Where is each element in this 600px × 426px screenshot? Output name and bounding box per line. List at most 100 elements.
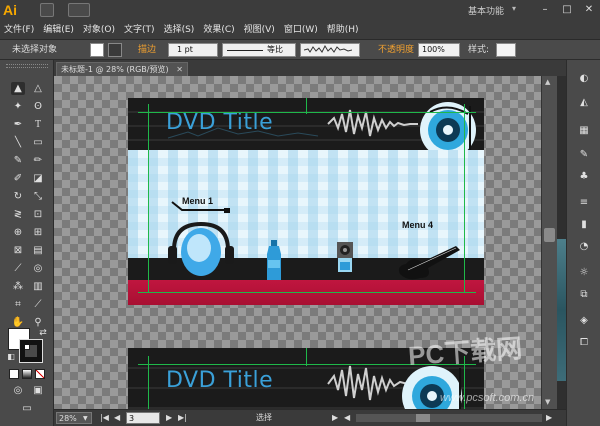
stroke-swatch[interactable] xyxy=(108,43,122,57)
eye-disc-graphic[interactable] xyxy=(416,98,476,158)
stroke-label[interactable]: 描边 xyxy=(138,43,156,57)
dvd-title[interactable]: DVD Title xyxy=(166,368,273,393)
minimize-button[interactable]: – xyxy=(538,3,552,16)
gradient-panel-icon[interactable]: ▮ xyxy=(577,218,591,232)
menu-view[interactable]: 视图(V) xyxy=(244,22,275,35)
mesh-tool-icon[interactable]: ⊠ xyxy=(11,244,25,257)
workspace-switcher[interactable]: 基本功能 xyxy=(468,4,504,17)
first-artboard-icon[interactable]: |◀ xyxy=(100,412,109,424)
scale-tool-icon[interactable]: ⤡ xyxy=(31,190,45,203)
rotate-tool-icon[interactable]: ↻ xyxy=(11,190,25,203)
selection-tool-icon[interactable]: ▲ xyxy=(11,82,25,95)
eyedropper-tool-icon[interactable]: ⟋ xyxy=(11,262,25,275)
water-bottle-graphic[interactable] xyxy=(264,240,284,282)
layers-panel-icon[interactable]: ◈ xyxy=(577,314,591,328)
blob-brush-tool-icon[interactable]: ✐ xyxy=(11,172,25,185)
close-icon[interactable]: ✕ xyxy=(176,63,183,76)
maximize-button[interactable]: □ xyxy=(560,3,574,16)
width-tool-icon[interactable]: ≷ xyxy=(11,208,25,221)
color-mode-icon[interactable] xyxy=(9,369,19,379)
artboards-panel-icon[interactable]: ⧠ xyxy=(577,336,591,350)
free-transform-tool-icon[interactable]: ⊡ xyxy=(31,208,45,221)
swatches-panel-icon[interactable]: ▦ xyxy=(577,124,591,138)
guitar-icon[interactable] xyxy=(394,238,464,282)
stroke-weight-field[interactable]: 1 pt xyxy=(168,43,218,57)
previous-artboard-icon[interactable]: ◀ xyxy=(114,412,120,424)
fill-swatch[interactable] xyxy=(90,43,104,57)
menu-window[interactable]: 窗口(W) xyxy=(284,22,318,35)
type-tool-icon[interactable]: T xyxy=(31,118,45,131)
pen-tool-icon[interactable]: ✒ xyxy=(11,118,25,131)
arrange-documents-icon[interactable] xyxy=(68,3,90,17)
next-artboard-icon[interactable]: ▶ xyxy=(166,412,172,424)
scrollbar-thumb[interactable] xyxy=(544,228,555,242)
stroke-profile-select[interactable]: 等比 xyxy=(222,43,296,57)
stroke-color-box[interactable] xyxy=(19,339,43,363)
menu-file[interactable]: 文件(F) xyxy=(4,22,34,35)
last-artboard-icon[interactable]: ▶| xyxy=(178,412,187,424)
hscroll-right-icon[interactable]: ▶ xyxy=(546,412,552,424)
blend-tool-icon[interactable]: ◎ xyxy=(31,262,45,275)
perspective-grid-tool-icon[interactable]: ⊞ xyxy=(31,226,45,239)
menu-4-label[interactable]: Menu 4 xyxy=(402,220,433,230)
chevron-down-icon[interactable]: ▾ xyxy=(512,4,516,13)
artboard-tool-icon[interactable]: ⌗ xyxy=(11,298,25,311)
pencil-tool-icon[interactable]: ✏ xyxy=(31,154,45,167)
none-mode-icon[interactable] xyxy=(35,369,45,379)
brush-definition-select[interactable] xyxy=(300,43,360,57)
color-panel-icon[interactable]: ◐ xyxy=(577,72,591,86)
default-colors-icon[interactable]: ◧ xyxy=(4,350,18,363)
menu-help[interactable]: 帮助(H) xyxy=(327,22,359,35)
scrollbar-thumb[interactable] xyxy=(416,414,430,422)
bridge-icon[interactable] xyxy=(40,3,54,17)
shape-builder-tool-icon[interactable]: ⊕ xyxy=(11,226,25,239)
scroll-down-arrow-icon[interactable]: ▼ xyxy=(545,398,550,406)
transparency-panel-icon[interactable]: ◔ xyxy=(577,240,591,254)
eraser-tool-icon[interactable]: ◪ xyxy=(31,172,45,185)
screen-mode-icon[interactable]: ▣ xyxy=(31,384,45,397)
rectangle-tool-icon[interactable]: ▭ xyxy=(31,136,45,149)
gradient-tool-icon[interactable]: ▤ xyxy=(31,244,45,257)
brushes-panel-icon[interactable]: ✎ xyxy=(577,148,591,162)
graphic-styles-icon[interactable]: ⧉ xyxy=(577,288,591,302)
menu-select[interactable]: 选择(S) xyxy=(164,22,195,35)
menu-object[interactable]: 对象(O) xyxy=(83,22,115,35)
paintbrush-tool-icon[interactable]: ✎ xyxy=(11,154,25,167)
scroll-up-arrow-icon[interactable]: ▲ xyxy=(545,78,550,86)
direct-selection-tool-icon[interactable]: △ xyxy=(31,82,45,95)
gradient-mode-icon[interactable] xyxy=(22,369,32,379)
appearance-panel-icon[interactable]: ☼ xyxy=(577,266,591,280)
opacity-field[interactable]: 100% xyxy=(418,43,460,57)
menu-type[interactable]: 文字(T) xyxy=(124,22,155,35)
slice-tool-icon[interactable]: ⟋ xyxy=(31,298,45,311)
stroke-profile-value: 等比 xyxy=(267,45,283,54)
vertical-scrollbar[interactable]: ▲ ▼ xyxy=(541,76,557,409)
hscroll-left-icon[interactable]: ◀ xyxy=(344,412,350,424)
status-menu-icon[interactable]: ▶ xyxy=(332,412,338,424)
stroke-panel-icon[interactable]: ≡ xyxy=(577,196,591,210)
magic-wand-tool-icon[interactable]: ✦ xyxy=(11,100,25,113)
symbols-panel-icon[interactable]: ♣ xyxy=(577,170,591,184)
document-tab[interactable]: 未标题-1 @ 28% (RGB/预览) ✕ xyxy=(56,62,188,76)
speaker-graphic[interactable] xyxy=(334,242,356,274)
menu-edit[interactable]: 编辑(E) xyxy=(43,22,74,35)
graphic-style-swatch[interactable] xyxy=(496,43,516,57)
symbol-sprayer-tool-icon[interactable]: ⁂ xyxy=(11,280,25,293)
close-button[interactable]: ✕ xyxy=(582,3,596,16)
color-guide-icon[interactable]: ◭ xyxy=(577,96,591,110)
change-screen-mode-icon[interactable]: ▭ xyxy=(20,402,34,415)
line-tool-icon[interactable]: ╲ xyxy=(11,136,25,149)
panel-grip[interactable] xyxy=(6,64,48,68)
swap-fill-stroke-icon[interactable]: ⇄ xyxy=(36,326,50,339)
artboard-number-field[interactable]: 3 xyxy=(126,412,160,424)
column-graph-tool-icon[interactable]: ▥ xyxy=(31,280,45,293)
draw-mode-icon[interactable]: ◎ xyxy=(11,384,25,397)
menu-effect[interactable]: 效果(C) xyxy=(203,22,234,35)
artboard[interactable]: DVD Title Menu 1 Menu 4 xyxy=(128,98,484,305)
lasso-tool-icon[interactable]: ʘ xyxy=(31,100,45,113)
dvd-title[interactable]: DVD Title xyxy=(166,110,273,135)
zoom-field[interactable]: 28% ▼ xyxy=(56,412,92,424)
opacity-label[interactable]: 不透明度 xyxy=(378,43,414,57)
headphones-graphic[interactable] xyxy=(166,220,236,282)
horizontal-scrollbar[interactable] xyxy=(356,414,542,422)
